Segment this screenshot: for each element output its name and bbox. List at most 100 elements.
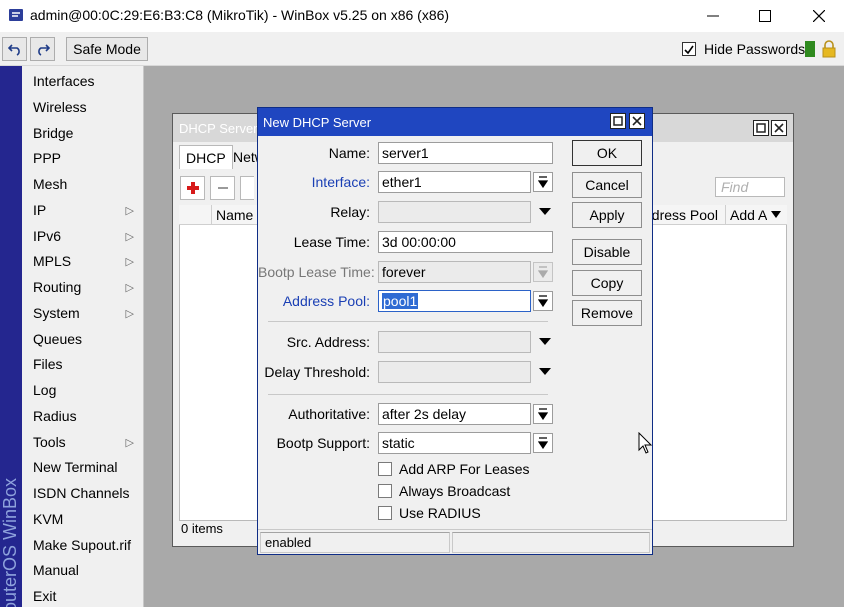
always-broadcast-checkbox[interactable] xyxy=(378,484,392,498)
items-count: 0 items xyxy=(181,521,223,536)
minimize-button[interactable] xyxy=(690,0,736,32)
dropdown-arrow-icon xyxy=(538,408,548,420)
dhcp-window-maximize-button[interactable] xyxy=(753,120,769,136)
interface-dropdown-button[interactable] xyxy=(533,172,553,192)
hide-passwords-label: Hide Passwords xyxy=(704,41,806,57)
redo-button[interactable] xyxy=(30,37,55,61)
authoritative-dropdown-button[interactable] xyxy=(533,404,553,424)
src-address-field[interactable] xyxy=(378,331,531,353)
menu-item-manual[interactable]: Manual xyxy=(22,558,144,583)
menu-item-wireless[interactable]: Wireless xyxy=(22,95,144,120)
menu-item-radius[interactable]: Radius xyxy=(22,404,144,429)
close-icon xyxy=(632,116,642,126)
menu-item-kvm[interactable]: KVM xyxy=(22,507,144,532)
ok-button[interactable]: OK xyxy=(572,140,642,166)
menu-item-label: Queues xyxy=(33,331,83,347)
maximize-button[interactable] xyxy=(742,0,788,32)
menu-item-ip[interactable]: IP ▷ xyxy=(22,198,144,223)
remove-entry-button[interactable] xyxy=(210,176,235,200)
cancel-button[interactable]: Cancel xyxy=(572,172,642,198)
enable-button[interactable] xyxy=(240,176,254,200)
delay-threshold-field[interactable] xyxy=(378,361,531,383)
menu-item-isdn-channels[interactable]: ISDN Channels xyxy=(22,481,144,506)
find-input[interactable]: Find xyxy=(715,177,785,197)
column-name[interactable]: Name xyxy=(211,205,259,225)
name-field[interactable]: server1 xyxy=(378,142,553,164)
dhcp-window-title: DHCP Server xyxy=(179,121,258,136)
menu-item-mesh[interactable]: Mesh xyxy=(22,172,144,197)
menu-item-new-terminal[interactable]: New Terminal xyxy=(22,455,144,480)
copy-button[interactable]: Copy xyxy=(572,270,642,296)
menu-item-mpls[interactable]: MPLS ▷ xyxy=(22,249,144,274)
menu-item-make-supout[interactable]: Make Supout.rif xyxy=(22,533,144,558)
close-window-button[interactable] xyxy=(796,0,842,32)
menu-item-system[interactable]: System ▷ xyxy=(22,301,144,326)
connection-status-indicator xyxy=(805,41,815,57)
menu-item-label: Interfaces xyxy=(33,73,95,89)
column-add-arp[interactable]: Add AR xyxy=(725,205,767,225)
dhcp-window-close-button[interactable] xyxy=(771,120,787,136)
submenu-arrow-icon: ▷ xyxy=(125,308,134,320)
disable-button[interactable]: Disable xyxy=(572,239,642,265)
submenu-arrow-icon: ▷ xyxy=(125,205,134,217)
menu-item-log[interactable]: Log xyxy=(22,378,144,403)
address-pool-dropdown-button[interactable] xyxy=(533,291,553,311)
brand-strip: RouterOS WinBox xyxy=(0,66,22,607)
dialog-maximize-button[interactable] xyxy=(610,113,626,129)
menu-item-ipv6[interactable]: IPv6 ▷ xyxy=(22,224,144,249)
interface-label[interactable]: Interface: xyxy=(258,171,370,193)
use-radius-checkbox[interactable] xyxy=(378,506,392,520)
relay-field[interactable] xyxy=(378,201,531,223)
lease-time-field[interactable]: 3d 00:00:00 xyxy=(378,231,553,253)
name-label: Name: xyxy=(328,145,370,161)
menu-item-bridge[interactable]: Bridge xyxy=(22,121,144,146)
address-pool-value: pool1 xyxy=(382,293,419,309)
submenu-arrow-icon: ▷ xyxy=(125,437,134,449)
menu-item-label: IP xyxy=(33,202,47,218)
add-button[interactable] xyxy=(180,176,205,200)
dialog-title: New DHCP Server xyxy=(263,115,372,130)
mouse-cursor-icon xyxy=(638,431,654,459)
maximize-icon xyxy=(759,10,771,22)
authoritative-select[interactable]: after 2s delay xyxy=(378,403,531,425)
add-arp-checkbox[interactable] xyxy=(378,462,392,476)
menu-item-tools[interactable]: Tools ▷ xyxy=(22,430,144,455)
menu-item-routing[interactable]: Routing ▷ xyxy=(22,275,144,300)
main-toolbar: Safe Mode Hide Passwords xyxy=(0,32,844,66)
bootp-lease-time-dropdown-button[interactable] xyxy=(533,262,553,282)
address-pool-label[interactable]: Address Pool: xyxy=(258,290,370,312)
menu-item-label: MPLS xyxy=(33,253,72,269)
bootp-lease-time-field[interactable]: forever xyxy=(378,261,531,283)
tab-dhcp[interactable]: DHCP xyxy=(179,145,233,169)
remove-button[interactable]: Remove xyxy=(572,300,642,326)
menu-item-queues[interactable]: Queues xyxy=(22,327,144,352)
dropdown-arrow-icon xyxy=(538,437,548,449)
relay-expand-button[interactable] xyxy=(538,201,552,223)
apply-button[interactable]: Apply xyxy=(572,202,642,228)
menu-item-exit[interactable]: Exit xyxy=(22,584,144,609)
dialog-close-button[interactable] xyxy=(629,113,645,129)
dialog-status-bar: enabled xyxy=(258,529,652,554)
menu-item-ppp[interactable]: PPP xyxy=(22,146,144,171)
bootp-support-select[interactable]: static xyxy=(378,432,531,454)
chevron-down-icon xyxy=(539,368,551,375)
column-flags[interactable] xyxy=(179,205,211,225)
interface-select[interactable]: ether1 xyxy=(378,171,531,193)
undo-button[interactable] xyxy=(2,37,27,61)
menu-item-label: New Terminal xyxy=(33,459,118,475)
menu-item-label: Files xyxy=(33,356,63,372)
bootp-lease-time-label: Bootp Lease Time: xyxy=(258,264,375,280)
delay-threshold-expand-button[interactable] xyxy=(538,361,552,383)
dialog-titlebar[interactable]: New DHCP Server xyxy=(258,108,652,136)
undo-icon xyxy=(7,44,20,56)
safe-mode-button[interactable]: Safe Mode xyxy=(66,37,148,61)
column-chooser-button[interactable] xyxy=(767,207,785,223)
bootp-support-dropdown-button[interactable] xyxy=(533,433,553,453)
menu-item-files[interactable]: Files xyxy=(22,352,144,377)
menu-item-interfaces[interactable]: Interfaces xyxy=(22,69,144,94)
address-pool-select[interactable]: pool1 xyxy=(378,290,531,312)
menu-item-label: PPP xyxy=(33,150,62,166)
src-address-expand-button[interactable] xyxy=(538,331,552,353)
main-menu: Interfaces Wireless Bridge PPP Mesh IP ▷ … xyxy=(22,66,144,607)
hide-passwords-checkbox[interactable] xyxy=(682,42,696,56)
